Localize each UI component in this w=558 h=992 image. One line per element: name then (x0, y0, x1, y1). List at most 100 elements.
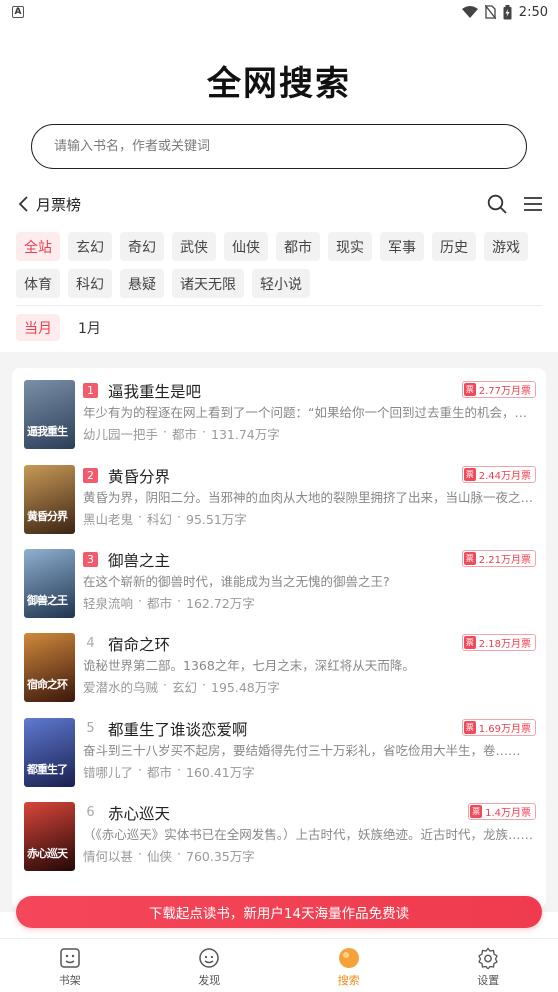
book-author: 黑山老鬼 (83, 512, 134, 527)
page-title: 全网搜索 (207, 64, 351, 104)
book-genre: 科幻 (147, 512, 173, 527)
book-author: 情何以甚 (83, 849, 134, 864)
book-author: 轻泉流响 (83, 596, 134, 611)
ticket-badge: 票 1.69万月票 (461, 719, 536, 736)
book-cover[interactable]: 逼我重生 (24, 380, 75, 449)
book-author: 幼儿园一把手 (83, 427, 159, 442)
category-chip[interactable]: 诸天无限 (172, 269, 244, 298)
book-cover[interactable]: 御兽之王 (24, 549, 75, 618)
search-input[interactable] (54, 139, 474, 154)
rank-number: 4 (86, 636, 95, 651)
category-chip[interactable]: 军事 (380, 232, 424, 261)
book-cover[interactable]: 黄昏分界 (24, 465, 75, 534)
search-orb-icon (338, 948, 359, 968)
book-author: 错哪儿了 (83, 765, 134, 780)
book-description: 诡秘世界第二部。1368之年，七月之末，深红将从天而降。 (83, 658, 415, 673)
book-words: 195.48万字 (211, 680, 280, 695)
ticket-icon: 票 (470, 805, 483, 818)
category-chip[interactable]: 轻小说 (252, 269, 310, 298)
category-chip[interactable]: 武侠 (172, 232, 216, 261)
menu-icon[interactable] (523, 196, 543, 212)
ticket-count: 2.18万月票 (478, 639, 531, 650)
rank-number: 5 (86, 721, 95, 736)
search-icon[interactable] (487, 194, 507, 214)
rank-title: 月票榜 (36, 195, 82, 214)
book-title[interactable]: 赤心巡天 (108, 802, 170, 824)
period-tab-current[interactable]: 当月 (16, 314, 60, 341)
category-chip[interactable]: 都市 (276, 232, 320, 261)
book-cover[interactable]: 赤心巡天 (24, 802, 75, 871)
book-item[interactable]: 赤心巡天 6 赤心巡天 票 1.4万月票 （《赤心巡天》实体书已在全网发售。）上古… (24, 802, 536, 874)
rank-number: 2 (83, 468, 98, 483)
ticket-count: 2.21万月票 (478, 555, 531, 566)
ticket-badge: 票 2.21万月票 (461, 550, 536, 567)
rank-number: 3 (83, 552, 98, 567)
book-author: 爱潜水的乌贼 (83, 680, 159, 695)
book-genre: 都市 (172, 427, 198, 442)
cover-title: 宿命之环 (27, 678, 68, 691)
book-title[interactable]: 逼我重生是吧 (108, 380, 201, 402)
book-meta: 幼儿园一把手 · 都市 · 131.74万字 (83, 424, 280, 442)
rank-number: 1 (83, 383, 98, 398)
category-chip-all[interactable]: 全站 (16, 232, 60, 261)
category-chip[interactable]: 历史 (432, 232, 476, 261)
ticket-icon: 票 (463, 383, 476, 396)
status-time: 2:50 (518, 4, 548, 20)
book-description: 奋斗到三十八岁买不起房，要结婚得先付三十万彩礼，省吃俭用大半生，卷…… (83, 743, 521, 758)
category-chips: 全站 玄幻 奇幻 武侠 仙侠 都市 现实 军事 历史 游戏 体育 科幻 悬疑 诸… (16, 232, 546, 306)
category-chip[interactable]: 游戏 (484, 232, 528, 261)
book-title[interactable]: 御兽之主 (108, 549, 170, 571)
ticket-count: 2.77万月票 (478, 386, 531, 397)
rank-number: 6 (86, 805, 95, 820)
search-box[interactable] (31, 124, 527, 169)
period-tab-jan[interactable]: 1月 (70, 314, 109, 341)
status-bar: A 2:50 (0, 0, 558, 24)
category-chip[interactable]: 现实 (328, 232, 372, 261)
ticket-icon: 票 (463, 721, 476, 734)
tab-bookshelf[interactable]: 书架 (0, 939, 140, 992)
ticket-icon: 票 (463, 468, 476, 481)
tab-search[interactable]: 搜索 (279, 939, 419, 992)
rank-header: 月票榜 (18, 188, 543, 220)
book-title[interactable]: 都重生了谁谈恋爱啊 (108, 718, 248, 740)
settings-icon (478, 947, 499, 969)
book-title[interactable]: 黄昏分界 (108, 465, 170, 487)
cover-title: 都重生了 (27, 763, 68, 776)
book-item[interactable]: 逼我重生 1 逼我重生是吧 票 2.77万月票 年少有为的程逐在网上看到了一个问题… (24, 380, 536, 452)
download-promo-button[interactable]: 下载起点读书，新用户14天海量作品免费读 (16, 896, 542, 928)
tab-label: 搜索 (337, 974, 360, 987)
book-description: 年少有为的程逐在网上看到了一个问题：“如果给你一个回到过去重生的机会，你愿意吗？… (83, 405, 536, 420)
book-words: 131.74万字 (211, 427, 280, 442)
book-words: 160.41万字 (186, 765, 255, 780)
category-chip[interactable]: 仙侠 (224, 232, 268, 261)
book-item[interactable]: 都重生了 5 都重生了谁谈恋爱啊 票 1.69万月票 奋斗到三十八岁买不起房，要结… (24, 718, 536, 790)
discover-icon (199, 948, 219, 968)
book-meta: 爱潜水的乌贼 · 玄幻 · 195.48万字 (83, 677, 280, 695)
category-chip[interactable]: 悬疑 (120, 269, 164, 298)
book-item[interactable]: 御兽之王 3 御兽之主 票 2.21万月票 在这个崭新的御兽时代，谁能成为当之无愧… (24, 549, 536, 621)
cover-title: 逼我重生 (27, 425, 68, 438)
book-cover[interactable]: 都重生了 (24, 718, 75, 787)
book-meta: 轻泉流响 · 都市 · 162.72万字 (83, 593, 255, 611)
cover-title: 御兽之王 (27, 594, 68, 607)
category-chip[interactable]: 奇幻 (120, 232, 164, 261)
tab-discover[interactable]: 发现 (140, 939, 280, 992)
category-chip[interactable]: 体育 (16, 269, 60, 298)
book-genre: 都市 (147, 596, 173, 611)
chevron-left-icon[interactable] (18, 196, 30, 212)
ticket-icon: 票 (463, 636, 476, 649)
battery-icon (503, 4, 512, 19)
category-chip[interactable]: 科幻 (68, 269, 112, 298)
wifi-icon (461, 5, 478, 18)
book-genre: 都市 (147, 765, 173, 780)
period-tabs: 当月 1月 (16, 314, 109, 341)
book-cover[interactable]: 宿命之环 (24, 633, 75, 702)
book-item[interactable]: 宿命之环 4 宿命之环 票 2.18万月票 诡秘世界第二部。1368之年，七月之末… (24, 633, 536, 705)
back-to-ranks[interactable]: 月票榜 (18, 194, 81, 215)
book-genre: 玄幻 (172, 680, 198, 695)
book-item[interactable]: 黄昏分界 2 黄昏分界 票 2.44万月票 黄昏为界，阴阳二分。当邪神的血肉从大地… (24, 465, 536, 537)
book-title[interactable]: 宿命之环 (108, 633, 170, 655)
bottom-tab-bar: 书架 发现 搜索 设置 (0, 938, 558, 992)
category-chip[interactable]: 玄幻 (68, 232, 112, 261)
tab-settings[interactable]: 设置 (419, 939, 558, 992)
